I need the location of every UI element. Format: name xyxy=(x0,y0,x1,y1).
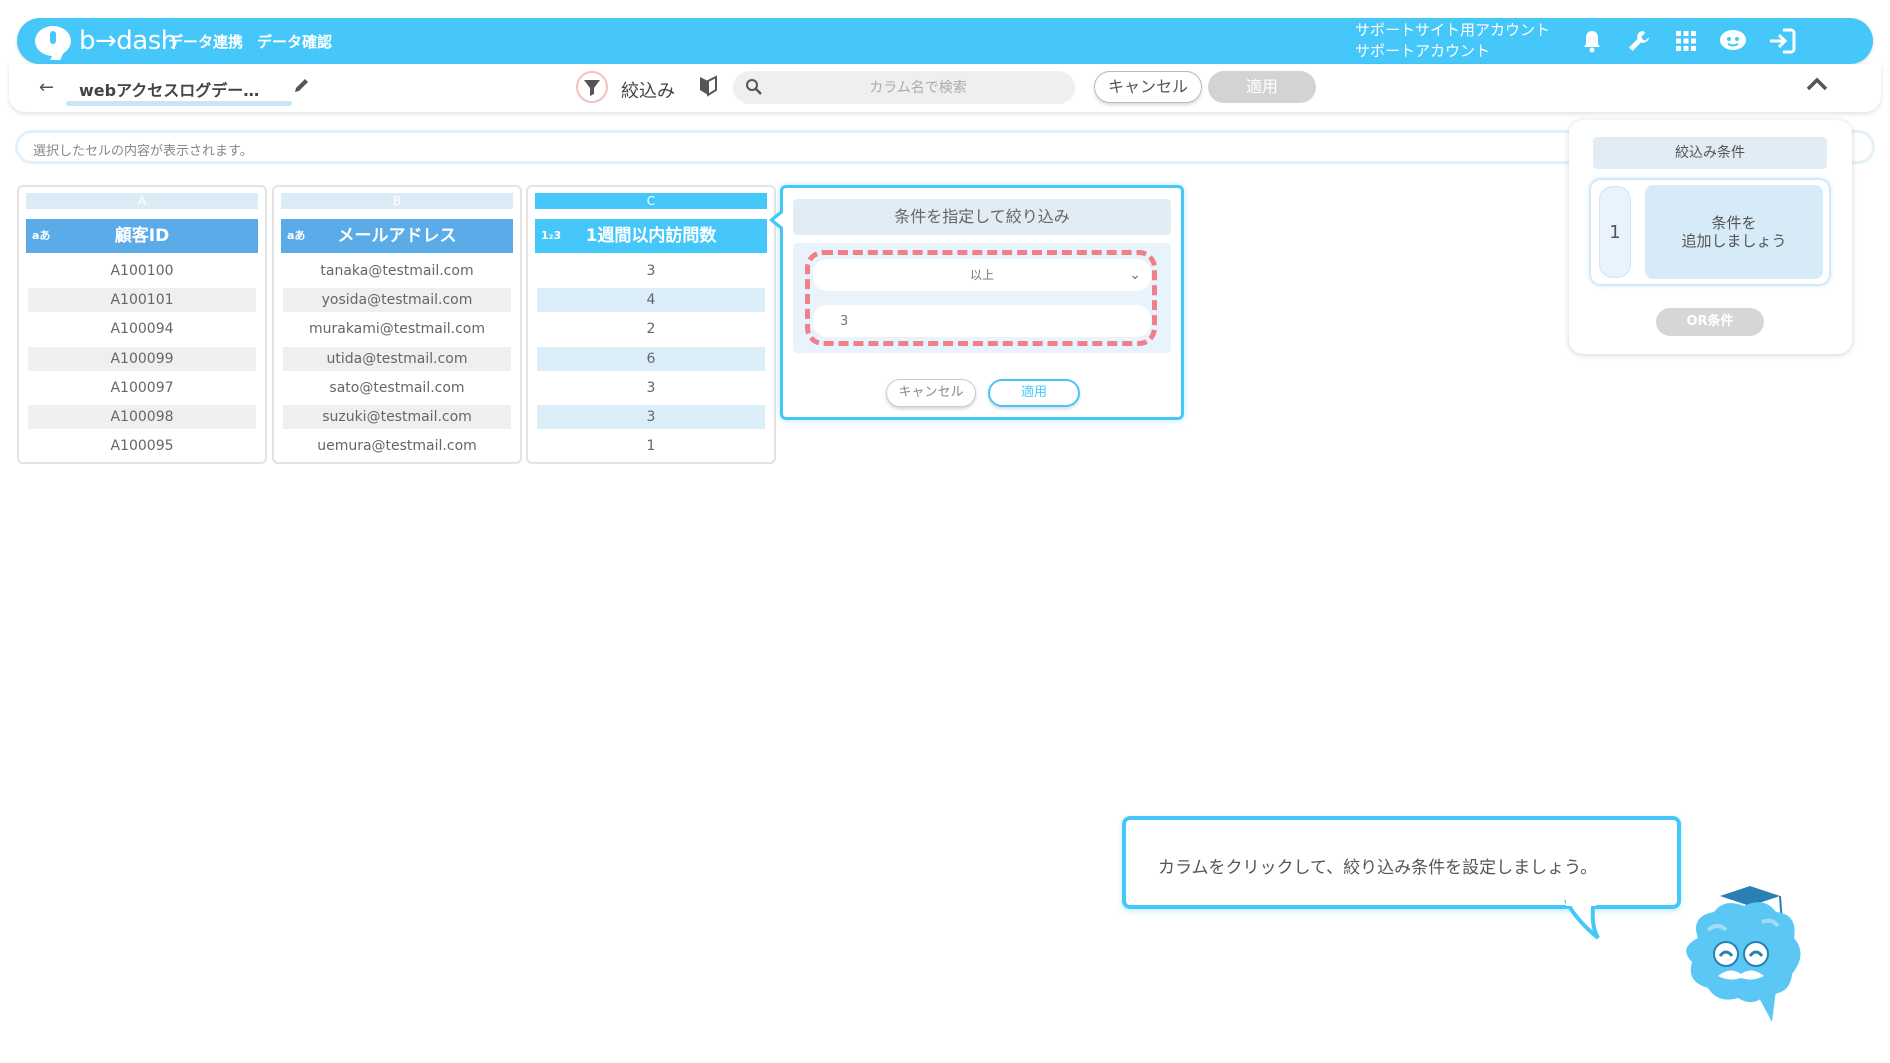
column-header[interactable]: aあ 顧客ID xyxy=(26,219,258,253)
condition-group: 1 条件を 追加しましょう xyxy=(1589,178,1831,286)
table-cell[interactable]: 3 xyxy=(537,259,765,283)
column-search-input[interactable] xyxy=(773,71,1063,104)
table-cell[interactable]: uemura@testmail.com xyxy=(283,434,511,458)
filter-conditions-panel: 絞込み条件 1 条件を 追加しましょう OR条件 xyxy=(1569,120,1852,354)
bdash-logo[interactable]: b→dash xyxy=(35,22,177,60)
speech-bubble-tail xyxy=(1564,900,1600,940)
condition-inputs-area: 以上 ⌄ xyxy=(793,243,1171,353)
column-name: 1週間以内訪問数 xyxy=(585,226,717,246)
tutorial-message: カラムをクリックして、絞り込み条件を設定しましょう。 xyxy=(1158,858,1598,878)
table-cell[interactable]: 2 xyxy=(537,317,765,341)
table-cell[interactable]: sato@testmail.com xyxy=(283,376,511,400)
dataset-toolbar: ← webアクセスログデー… 絞込み キャンセル 適用 xyxy=(9,64,1881,112)
popup-apply-button[interactable]: 適用 xyxy=(988,379,1080,407)
table-cell[interactable]: yosida@testmail.com xyxy=(283,288,511,312)
account-name: サポートサイト用アカウント xyxy=(1355,21,1551,39)
table-cell[interactable]: A100094 xyxy=(28,317,256,341)
operator-select[interactable]: 以上 ⌄ xyxy=(813,259,1151,291)
tutorial-speech-bubble: カラムをクリックして、絞り込み条件を設定しましょう。 xyxy=(1122,816,1681,909)
chevron-down-icon: ⌄ xyxy=(1129,267,1141,283)
table-cell[interactable]: A100097 xyxy=(28,376,256,400)
table-cell[interactable]: 4 xyxy=(537,288,765,312)
table-cell[interactable]: A100099 xyxy=(28,347,256,371)
column-header[interactable]: aあ メールアドレス xyxy=(281,219,513,253)
filter-label: 絞込み xyxy=(621,81,675,102)
column-header[interactable]: 1₂3 1週間以内訪問数 xyxy=(535,219,767,253)
toolbar-cancel-button[interactable]: キャンセル xyxy=(1094,71,1202,103)
add-condition-line1: 条件を xyxy=(1711,214,1757,232)
column-name: メールアドレス xyxy=(337,226,457,246)
table-cell[interactable]: A100095 xyxy=(28,434,256,458)
grid-icon[interactable] xyxy=(1671,26,1701,56)
string-type-icon: aあ xyxy=(287,229,306,242)
back-arrow-icon[interactable]: ← xyxy=(39,77,54,98)
column-b[interactable]: B aあ メールアドレス tanaka@testmail.com yosida@… xyxy=(272,185,522,464)
table-cell[interactable]: A100100 xyxy=(28,259,256,283)
or-condition-button[interactable]: OR条件 xyxy=(1656,308,1764,336)
dataset-name[interactable]: webアクセスログデー… xyxy=(79,77,259,101)
nav-data-integration[interactable]: データ連携 xyxy=(168,31,243,52)
mascot-icon[interactable] xyxy=(1718,26,1748,56)
mascot-brain-character-icon xyxy=(1686,886,1801,1022)
selected-cell-placeholder: 選択したセルの内容が表示されます。 xyxy=(33,144,253,159)
popup-cancel-button[interactable]: キャンセル xyxy=(886,379,976,407)
app-root: b→dash データ連携 データ確認 サポートサイト用アカウント サポートアカウ… xyxy=(0,0,1890,1063)
table-cell[interactable]: 6 xyxy=(537,347,765,371)
account-subname: サポートアカウント xyxy=(1355,42,1491,60)
popup-title: 条件を指定して絞り込み xyxy=(793,199,1171,235)
column-letter: C xyxy=(535,193,767,209)
filter-condition-popup: 条件を指定して絞り込み 以上 ⌄ キャンセル 適用 xyxy=(769,185,1184,420)
table-cell[interactable]: A100098 xyxy=(28,405,256,429)
operator-value: 以上 xyxy=(969,268,994,282)
add-condition-slot[interactable]: 条件を 追加しましょう xyxy=(1645,185,1823,279)
table-cell[interactable]: 1 xyxy=(537,434,765,458)
condition-value-input[interactable] xyxy=(813,305,1151,337)
wrench-icon[interactable] xyxy=(1624,26,1654,56)
table-cell[interactable]: murakami@testmail.com xyxy=(283,317,511,341)
account-info[interactable]: サポートサイト用アカウント サポートアカウント xyxy=(1355,20,1550,62)
filter-funnel-icon[interactable] xyxy=(576,71,608,103)
search-icon xyxy=(745,78,763,100)
number-type-icon: 1₂3 xyxy=(541,229,562,242)
column-c[interactable]: C 1₂3 1週間以内訪問数 3 4 2 6 3 3 1 xyxy=(526,185,776,464)
condition-group-number: 1 xyxy=(1599,186,1631,278)
table-cell[interactable]: suzuki@testmail.com xyxy=(283,405,511,429)
string-type-icon: aあ xyxy=(32,229,51,242)
table-cell[interactable]: utida@testmail.com xyxy=(283,347,511,371)
column-name: 顧客ID xyxy=(114,226,170,246)
column-search-box[interactable] xyxy=(733,71,1075,104)
logo-text: b→dash xyxy=(79,26,177,56)
pencil-edit-icon[interactable] xyxy=(293,76,311,98)
table-cell[interactable]: tanaka@testmail.com xyxy=(283,259,511,283)
bell-icon[interactable] xyxy=(1577,26,1607,56)
top-navigation-bar: b→dash データ連携 データ確認 サポートサイト用アカウント サポートアカウ… xyxy=(17,18,1873,64)
table-cell[interactable]: 3 xyxy=(537,376,765,400)
column-letter: B xyxy=(281,193,513,209)
column-a[interactable]: A aあ 顧客ID A100100 A100101 A100094 A10009… xyxy=(17,185,267,464)
table-cell[interactable]: A100101 xyxy=(28,288,256,312)
beginner-mark-icon[interactable] xyxy=(698,75,718,101)
add-condition-line2: 追加しましょう xyxy=(1681,232,1787,250)
chevron-up-icon[interactable] xyxy=(1805,74,1829,98)
conditions-panel-title: 絞込み条件 xyxy=(1593,137,1827,169)
column-letter: A xyxy=(26,193,258,209)
logo-bubble-icon xyxy=(35,26,71,56)
table-cell[interactable]: 3 xyxy=(537,405,765,429)
toolbar-apply-button[interactable]: 適用 xyxy=(1208,71,1316,103)
nav-data-check[interactable]: データ確認 xyxy=(257,31,332,52)
logout-icon[interactable] xyxy=(1767,26,1797,56)
dataset-name-underline xyxy=(66,101,292,106)
